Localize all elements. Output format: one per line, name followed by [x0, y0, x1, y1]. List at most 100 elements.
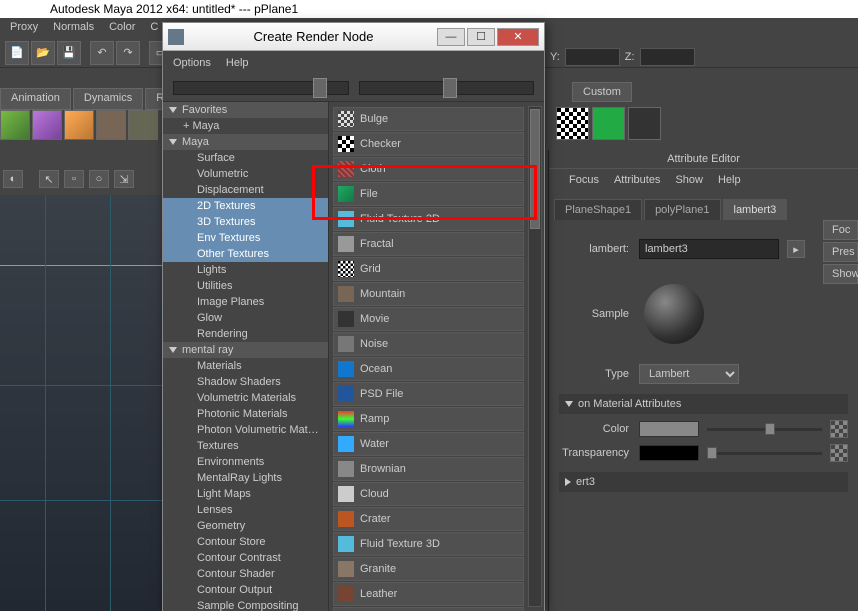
- lambert-nav-icon[interactable]: ▸: [787, 240, 805, 258]
- tree-photon-volumetric[interactable]: Photon Volumetric Materi...: [163, 422, 328, 438]
- shelf-cube2-icon[interactable]: [32, 110, 62, 140]
- node-water[interactable]: Water: [333, 432, 524, 456]
- tree-photonic-materials[interactable]: Photonic Materials: [163, 406, 328, 422]
- tool-new-icon[interactable]: 📄: [5, 41, 29, 65]
- type-select[interactable]: Lambert: [639, 364, 739, 384]
- shelf-cube4-icon[interactable]: [96, 110, 126, 140]
- tab-dynamics[interactable]: Dynamics: [73, 88, 143, 110]
- node-ramp[interactable]: Ramp: [333, 407, 524, 431]
- maximize-button[interactable]: ☐: [467, 28, 495, 46]
- tree-2d-textures[interactable]: 2D Textures: [163, 198, 328, 214]
- node-movie[interactable]: Movie: [333, 307, 524, 331]
- close-button[interactable]: ✕: [497, 28, 539, 46]
- color-map-button[interactable]: [830, 420, 848, 438]
- right-slider[interactable]: [359, 81, 535, 95]
- node-cloth[interactable]: Cloth: [333, 157, 524, 181]
- attr-menu-help[interactable]: Help: [718, 174, 741, 186]
- tree-displacement[interactable]: Displacement: [163, 182, 328, 198]
- tree-lights[interactable]: Lights: [163, 262, 328, 278]
- transparency-swatch[interactable]: [639, 445, 699, 461]
- node-fractal[interactable]: Fractal: [333, 232, 524, 256]
- tree-env-textures[interactable]: Env Textures: [163, 230, 328, 246]
- tab-animation[interactable]: Animation: [0, 88, 71, 110]
- node-crater[interactable]: Crater: [333, 507, 524, 531]
- tree-textures[interactable]: Textures: [163, 438, 328, 454]
- tree-volumetric-materials[interactable]: Volumetric Materials: [163, 390, 328, 406]
- transparency-map-button[interactable]: [830, 444, 848, 462]
- node-noise[interactable]: Noise: [333, 332, 524, 356]
- vp-share-icon[interactable]: ⇲: [114, 170, 134, 188]
- minimize-button[interactable]: —: [437, 28, 465, 46]
- attr-menu-show[interactable]: Show: [675, 174, 703, 186]
- section-ert[interactable]: ert3: [559, 472, 848, 492]
- tool-open-icon[interactable]: 📂: [31, 41, 55, 65]
- shelf-tab-custom[interactable]: Custom: [572, 82, 632, 102]
- node-cloud[interactable]: Cloud: [333, 482, 524, 506]
- tree-surface[interactable]: Surface: [163, 150, 328, 166]
- vp-cursor-icon[interactable]: ↖: [39, 170, 59, 188]
- menu-normals[interactable]: Normals: [53, 21, 94, 35]
- tree-maya-plus[interactable]: + Maya: [163, 118, 328, 134]
- node-leather[interactable]: Leather: [333, 582, 524, 606]
- menu-color[interactable]: Color: [109, 21, 135, 35]
- tree-contour-shader[interactable]: Contour Shader: [163, 566, 328, 582]
- vp-btn1-icon[interactable]: ◐: [3, 170, 23, 188]
- attr-menu-attributes[interactable]: Attributes: [614, 174, 660, 186]
- color-swatch[interactable]: [639, 421, 699, 437]
- node-grid[interactable]: Grid: [333, 257, 524, 281]
- dialog-menu-help[interactable]: Help: [226, 57, 249, 69]
- tool-redo-icon[interactable]: ↷: [116, 41, 140, 65]
- dialog-menu-options[interactable]: Options: [173, 57, 211, 69]
- tree-environments[interactable]: Environments: [163, 454, 328, 470]
- tree-volumetric[interactable]: Volumetric: [163, 166, 328, 182]
- tree-glow[interactable]: Glow: [163, 310, 328, 326]
- shelf-cube-icon[interactable]: [0, 110, 30, 140]
- node-checker[interactable]: Checker: [333, 132, 524, 156]
- tree-materials[interactable]: Materials: [163, 358, 328, 374]
- tool-undo-icon[interactable]: ↶: [90, 41, 114, 65]
- attr-menu-focus[interactable]: Focus: [569, 174, 599, 186]
- tree-light-maps[interactable]: Light Maps: [163, 486, 328, 502]
- dialog-scrollbar[interactable]: [528, 106, 542, 607]
- tree-maya[interactable]: Maya: [163, 134, 328, 150]
- attr-tab-lambert[interactable]: lambert3: [723, 199, 788, 220]
- tree-mentalray-lights[interactable]: MentalRay Lights: [163, 470, 328, 486]
- tree-shadow-shaders[interactable]: Shadow Shaders: [163, 374, 328, 390]
- shelf-cube3-icon[interactable]: [64, 110, 94, 140]
- viewport[interactable]: [0, 195, 165, 611]
- node-granite[interactable]: Granite: [333, 557, 524, 581]
- coord-z-input[interactable]: [640, 48, 695, 66]
- tree-favorites[interactable]: Favorites: [163, 102, 328, 118]
- tree-contour-output[interactable]: Contour Output: [163, 582, 328, 598]
- tree-utilities[interactable]: Utilities: [163, 278, 328, 294]
- node-brownian[interactable]: Brownian: [333, 457, 524, 481]
- tree-contour-contrast[interactable]: Contour Contrast: [163, 550, 328, 566]
- node-bulge[interactable]: Bulge: [333, 107, 524, 131]
- node-psd[interactable]: PSD File: [333, 382, 524, 406]
- vp-cube-icon[interactable]: ▫: [64, 170, 84, 188]
- tool-save-icon[interactable]: 💾: [57, 41, 81, 65]
- shelf-dark-icon[interactable]: [628, 107, 661, 140]
- color-slider[interactable]: [707, 428, 822, 431]
- menu-proxy[interactable]: Proxy: [10, 21, 38, 35]
- tree-lenses[interactable]: Lenses: [163, 502, 328, 518]
- tree-image-planes[interactable]: Image Planes: [163, 294, 328, 310]
- transparency-slider[interactable]: [707, 452, 822, 455]
- tree-sample-compositing[interactable]: Sample Compositing: [163, 598, 328, 611]
- tree-mental-ray[interactable]: mental ray: [163, 342, 328, 358]
- attr-tab-polyplane[interactable]: polyPlane1: [644, 199, 720, 220]
- attr-preset-button[interactable]: Pres: [823, 242, 858, 262]
- node-file[interactable]: File: [333, 182, 524, 206]
- vp-circle-icon[interactable]: ○: [89, 170, 109, 188]
- lambert-name-input[interactable]: [639, 239, 779, 259]
- tree-other-textures[interactable]: Other Textures: [163, 246, 328, 262]
- tree-rendering[interactable]: Rendering: [163, 326, 328, 342]
- coord-y-input[interactable]: [565, 48, 620, 66]
- attr-show-button[interactable]: Show: [823, 264, 858, 284]
- attr-focus-button[interactable]: Foc: [823, 220, 858, 240]
- shelf-cursor-icon[interactable]: [128, 110, 158, 140]
- attr-tab-planeshape[interactable]: PlaneShape1: [554, 199, 642, 220]
- shelf-green-icon[interactable]: [592, 107, 625, 140]
- tree-geometry[interactable]: Geometry: [163, 518, 328, 534]
- tree-contour-store[interactable]: Contour Store: [163, 534, 328, 550]
